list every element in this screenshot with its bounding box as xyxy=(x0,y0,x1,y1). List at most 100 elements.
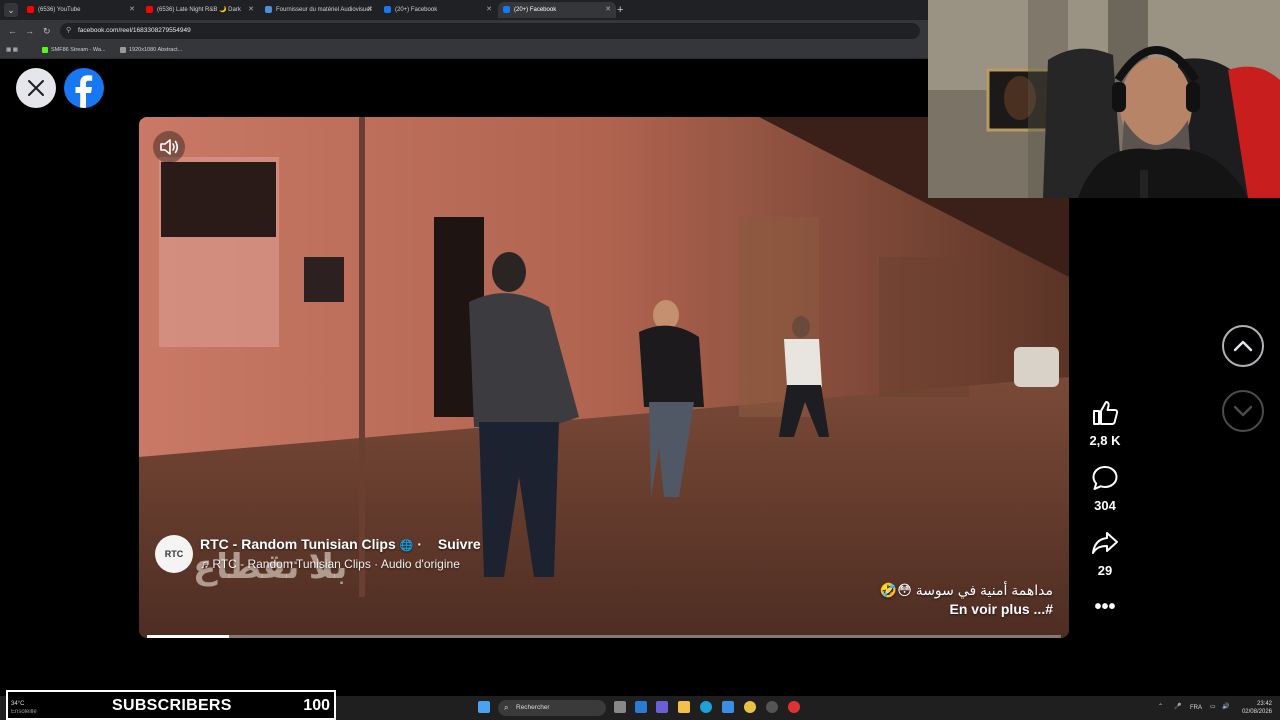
more-dots-icon: ••• xyxy=(1094,596,1116,618)
tab-facebook-active[interactable]: (20+) Facebook ✕ xyxy=(498,2,616,18)
author-avatar[interactable]: RTC xyxy=(155,535,193,573)
tab-title: (20+) Facebook xyxy=(514,7,557,13)
chrome-icon[interactable] xyxy=(744,701,756,713)
reel-caption: مداهمة أمنية في سوسة 😳🤣 En voir plus ...… xyxy=(880,582,1053,617)
comment-bubble-icon xyxy=(1092,466,1118,490)
teams-icon[interactable] xyxy=(656,701,668,713)
weather-temp: 34°C xyxy=(11,701,25,707)
network-icon[interactable]: ▭ xyxy=(1210,703,1216,711)
subscribers-overlay: 34°C Ensoleillé SUBSCRIBERS 100 xyxy=(6,690,336,720)
edge-icon[interactable] xyxy=(700,701,712,713)
taskbar-search[interactable]: ⌕ Rechercher xyxy=(498,700,606,716)
tab-close-icon[interactable]: ✕ xyxy=(605,2,611,18)
tab-title: (6536) Late Night R&B 🌙 Dark xyxy=(157,7,241,13)
previous-reel-button[interactable] xyxy=(1222,325,1264,367)
webcam-feed xyxy=(928,0,1280,198)
subscribers-count: 100 xyxy=(303,697,330,714)
windows-start-icon[interactable] xyxy=(478,701,490,713)
task-view-icon[interactable] xyxy=(614,701,626,713)
clock[interactable]: 23:42 02/08/2026 xyxy=(1240,700,1272,716)
browser-tab-strip: ⌄ (6536) YouTube ✕ (6536) Late Night R&B … xyxy=(0,0,928,20)
browser-toolbar: ← → ↻ ⚲ facebook.com/reel/16833082795549… xyxy=(0,20,928,42)
mute-button[interactable] xyxy=(153,131,185,163)
site-info-icon[interactable]: ⚲ xyxy=(66,23,71,39)
tab-title: (6536) YouTube xyxy=(38,7,81,13)
clock-date: 02/08/2026 xyxy=(1241,709,1272,715)
bookmark-abstract[interactable]: 1920x1080 Abstract... xyxy=(120,44,182,56)
facebook-favicon-icon xyxy=(384,5,391,13)
reload-icon[interactable]: ↻ xyxy=(43,24,51,38)
tab-facebook[interactable]: (20+) Facebook ✕ xyxy=(379,2,497,18)
close-reel-button[interactable] xyxy=(16,68,56,108)
file-explorer-icon[interactable] xyxy=(678,701,690,713)
video-progress-bar[interactable] xyxy=(147,635,1061,638)
back-arrow-icon[interactable]: ← xyxy=(8,24,17,38)
tab-title: (20+) Facebook xyxy=(395,7,438,13)
speaker-icon xyxy=(160,139,179,155)
tab-close-icon[interactable]: ✕ xyxy=(129,2,135,18)
subscribers-label: SUBSCRIBERS xyxy=(112,697,232,714)
tab-title: Fournisseur du matériel Audiovisuel xyxy=(276,7,372,13)
site-favicon-icon xyxy=(265,5,272,13)
globe-icon: 🌐 xyxy=(399,540,414,552)
bookmarks-bar: ▦ ▦ SMF86 Stream - Wa... 1920x1080 Abstr… xyxy=(0,42,928,59)
tray-chevron-icon[interactable]: ⌃ xyxy=(1158,703,1163,711)
next-reel-button[interactable] xyxy=(1222,390,1264,432)
author-name-link[interactable]: RTC - Random Tunisian Clips xyxy=(200,536,396,552)
apps-icon[interactable]: ▦ ▦ xyxy=(6,44,18,56)
bookmark-smf86[interactable]: SMF86 Stream - Wa... xyxy=(42,44,106,56)
audio-label: RTC - Random Tunisian Clips · Audio d'or… xyxy=(212,557,460,571)
close-icon xyxy=(28,80,44,96)
facebook-logo[interactable] xyxy=(64,68,104,108)
tab-close-icon[interactable]: ✕ xyxy=(486,2,492,18)
microphone-icon[interactable]: 🎤 xyxy=(1174,703,1181,711)
comment-count: 304 xyxy=(1094,498,1116,513)
weather-desc: Ensoleillé xyxy=(11,709,37,715)
music-note-icon: ♫ xyxy=(200,557,213,571)
thumbs-up-icon xyxy=(1093,401,1119,425)
new-tab-button[interactable]: + xyxy=(617,3,623,17)
store-icon[interactable] xyxy=(635,701,647,713)
like-count: 2,8 K xyxy=(1089,433,1121,448)
audio-info[interactable]: ♫ RTC - Random Tunisian Clips · Audio d'… xyxy=(200,557,460,571)
dot-separator: · xyxy=(417,536,426,552)
share-action[interactable]: 29 xyxy=(1084,530,1126,578)
follow-button[interactable]: Suivre xyxy=(438,536,481,552)
tab-late-night-rnb[interactable]: (6536) Late Night R&B 🌙 Dark ✕ xyxy=(141,2,259,18)
tab-close-icon[interactable]: ✕ xyxy=(367,2,373,18)
page-icon xyxy=(120,46,126,53)
volume-icon[interactable]: 🔊 xyxy=(1222,703,1229,711)
bookmark-label: SMF86 Stream - Wa... xyxy=(51,47,106,53)
streamer-webcam xyxy=(928,0,1280,198)
tab-close-icon[interactable]: ✕ xyxy=(248,2,254,18)
language-indicator[interactable]: FRA xyxy=(1190,704,1202,712)
record-icon[interactable] xyxy=(788,701,800,713)
forward-arrow-icon[interactable]: → xyxy=(25,24,34,38)
facebook-favicon-icon xyxy=(503,5,510,13)
weather-widget[interactable]: 34°C Ensoleillé xyxy=(11,700,37,716)
facebook-f-icon xyxy=(75,75,93,108)
search-icon: ⌕ xyxy=(504,703,509,712)
tab-youtube[interactable]: (6536) YouTube ✕ xyxy=(22,2,140,18)
bookmark-label: 1920x1080 Abstract... xyxy=(129,47,183,53)
like-action[interactable]: 2,8 K xyxy=(1084,400,1126,448)
youtube-favicon-icon xyxy=(27,5,34,13)
see-more-link[interactable]: En voir plus ...# xyxy=(880,601,1053,617)
mail-icon[interactable] xyxy=(722,701,734,713)
share-count: 29 xyxy=(1097,563,1113,578)
chevron-up-icon xyxy=(1233,340,1253,352)
kick-icon xyxy=(42,46,48,53)
more-options-button[interactable]: ••• xyxy=(1084,596,1126,618)
url-text: facebook.com/reel/1683308279554949 xyxy=(78,27,191,34)
comment-action[interactable]: 304 xyxy=(1084,465,1126,513)
tab-search-icon[interactable]: ⌄ xyxy=(4,3,18,17)
clock-time: 23:42 xyxy=(1256,701,1272,707)
tab-fournisseur[interactable]: Fournisseur du matériel Audiovisuel ✕ xyxy=(260,2,378,18)
caption-text: مداهمة أمنية في سوسة 😳🤣 xyxy=(879,582,1053,598)
author-name-row: RTC - Random Tunisian Clips 🌐 · Suivre xyxy=(200,536,481,552)
obs-icon[interactable] xyxy=(766,701,778,713)
chevron-down-icon xyxy=(1233,405,1253,417)
share-arrow-icon xyxy=(1092,532,1118,554)
address-bar[interactable]: ⚲ facebook.com/reel/1683308279554949 xyxy=(60,23,920,39)
video-progress-fill xyxy=(147,635,230,638)
